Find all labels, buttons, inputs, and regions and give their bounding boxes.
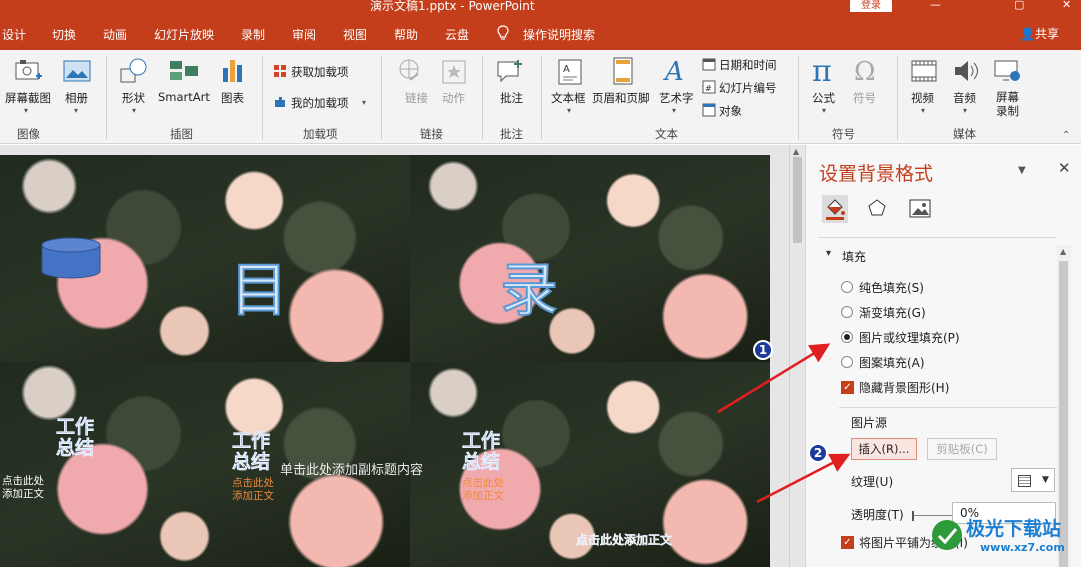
step-marker-2: 2 [808,443,828,463]
annotation-arrows [717,343,851,504]
watermark-url: www.xz7.com [980,541,1065,554]
site-logo-icon [932,520,962,550]
watermark-text: 极光下载站 [966,518,1062,540]
watermark: 极光下载站 www.xz7.com [928,514,1078,566]
red-arrow [756,453,851,504]
red-arrow [717,343,831,414]
step-marker-1: 1 [753,340,773,360]
